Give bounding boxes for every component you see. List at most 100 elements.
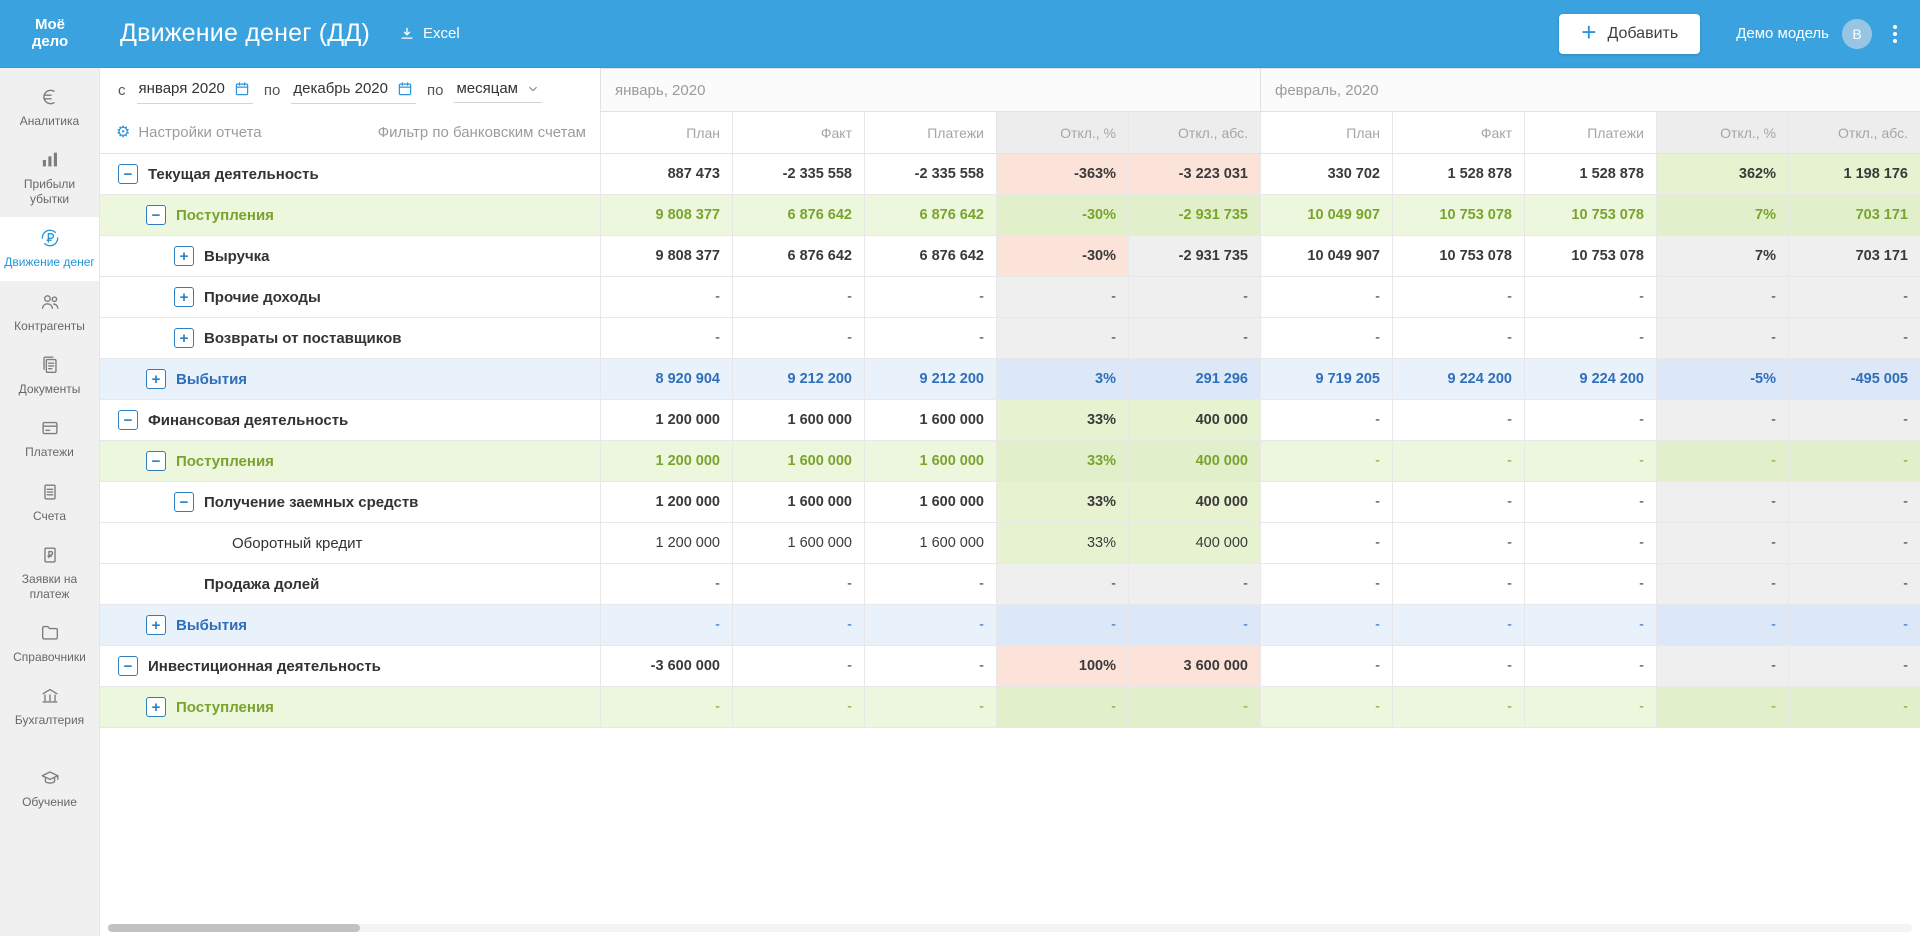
table-cell: - (1788, 277, 1920, 317)
row-name-cell: −Финансовая деятельность (100, 400, 600, 440)
table-cell: - (1524, 482, 1656, 522)
row-name-cell: −Инвестиционная деятельность (100, 646, 600, 686)
row-collapse-toggle[interactable]: − (118, 656, 138, 676)
sidebar-item-label: Движение денег (4, 255, 95, 269)
table-cell: - (600, 318, 732, 358)
table-cell: - (1260, 605, 1392, 645)
table-cell: 9 212 200 (864, 359, 996, 399)
row-name-cell: −Поступления (100, 195, 600, 235)
row-expand-toggle[interactable]: + (146, 697, 166, 717)
sidebar-item-accounting[interactable]: Бухгалтерия (0, 675, 99, 738)
column-headers: ПланФактПлатежиОткл., %Откл., абс.ПланФа… (600, 112, 1920, 154)
sidebar-item-label: Аналитика (20, 114, 79, 128)
table-cell: - (864, 605, 996, 645)
table-cell: 330 702 (1260, 154, 1392, 194)
app-logo[interactable]: Моё дело (0, 17, 100, 50)
table-cell: - (1524, 687, 1656, 727)
table-cell: 9 808 377 (600, 236, 732, 276)
table-cell: 8 920 904 (600, 359, 732, 399)
sidebar-item-payment-requests[interactable]: Заявки на платеж (0, 534, 99, 612)
table-row: −Инвестиционная деятельность-3 600 000--… (100, 646, 1920, 687)
report-settings-button[interactable]: ⚙ Настройки отчета (116, 124, 262, 141)
table-cell: - (1392, 318, 1524, 358)
bank-accounts-filter-button[interactable]: Фильтр по банковским счетам (378, 124, 586, 141)
table-cell: - (732, 605, 864, 645)
table-cell: - (1260, 564, 1392, 604)
row-expand-toggle[interactable]: + (146, 615, 166, 635)
sidebar-item-profit-loss[interactable]: Прибыли убытки (0, 139, 99, 217)
chevron-down-icon (526, 82, 540, 96)
row-name-cell: +Выручка (100, 236, 600, 276)
row-collapse-toggle[interactable]: − (146, 451, 166, 471)
row-expand-toggle[interactable]: + (174, 246, 194, 266)
row-name-cell: +Поступления (100, 687, 600, 727)
period-select[interactable]: месяцам (454, 77, 542, 103)
table-cell: - (1656, 564, 1788, 604)
table-cell: - (600, 605, 732, 645)
column-header: План (1260, 112, 1392, 154)
table-cell: - (1524, 318, 1656, 358)
sidebar-item-cash-flow[interactable]: Движение денег (0, 217, 99, 280)
user-account-menu[interactable]: Демо модель В (1736, 19, 1872, 49)
row-expand-toggle[interactable]: + (174, 328, 194, 348)
row-label: Поступления (176, 453, 274, 470)
row-label: Выбытия (176, 617, 247, 634)
date-from-input[interactable]: января 2020 (137, 77, 253, 104)
row-collapse-toggle[interactable]: − (118, 164, 138, 184)
sidebar-item-label: Прибыли убытки (3, 177, 96, 206)
page-title: Движение денег (ДД) (120, 19, 370, 48)
table-cell: 1 200 000 (600, 482, 732, 522)
table-cell: - (1656, 400, 1788, 440)
excel-label: Excel (423, 25, 460, 42)
table-cell: - (864, 646, 996, 686)
horizontal-scrollbar-thumb[interactable] (108, 924, 360, 932)
table-cell: 362% (1656, 154, 1788, 194)
row-collapse-toggle[interactable]: − (118, 410, 138, 430)
date-from-label: с (118, 82, 126, 99)
table-cell: - (1128, 605, 1260, 645)
table-cell: 1 528 878 (1524, 154, 1656, 194)
sidebar-item-education[interactable]: Обучение (0, 757, 99, 820)
table-cell: -363% (996, 154, 1128, 194)
row-collapse-toggle[interactable]: − (174, 492, 194, 512)
date-from-value: января 2020 (139, 80, 225, 97)
table-cell: - (1260, 646, 1392, 686)
table-cell: -30% (996, 195, 1128, 235)
overflow-menu-button[interactable] (1888, 20, 1902, 48)
table-cell: - (1392, 564, 1524, 604)
sidebar-item-payments[interactable]: Платежи (0, 407, 99, 470)
add-button[interactable]: + Добавить (1559, 14, 1700, 54)
table-cell: 291 296 (1128, 359, 1260, 399)
row-name-cell: + Выбытия (100, 605, 600, 645)
sidebar-item-invoices[interactable]: Счета (0, 471, 99, 534)
row-expand-toggle[interactable]: + (174, 287, 194, 307)
table-cell: - (1524, 646, 1656, 686)
table-cell: 400 000 (1128, 482, 1260, 522)
table-cell: 33% (996, 523, 1128, 563)
row-name-cell: −Получение заемных средств (100, 482, 600, 522)
sidebar-item-documents[interactable]: Документы (0, 344, 99, 407)
row-label: Выбытия (176, 371, 247, 388)
table-cell: - (732, 687, 864, 727)
table-cell: 6 876 642 (864, 195, 996, 235)
table-cell: - (1392, 482, 1524, 522)
table-cell: - (1524, 277, 1656, 317)
date-to-input[interactable]: декабрь 2020 (291, 77, 416, 104)
table-cell: - (1260, 400, 1392, 440)
excel-export-button[interactable]: Excel (398, 25, 460, 43)
sidebar-item-directories[interactable]: Справочники (0, 612, 99, 675)
sidebar-item-counterparties[interactable]: Контрагенты (0, 281, 99, 344)
column-header: Факт (732, 112, 864, 154)
sidebar-item-analytics[interactable]: Аналитика (0, 76, 99, 139)
table-cell: - (600, 687, 732, 727)
table-cell: 1 600 000 (864, 482, 996, 522)
row-collapse-toggle[interactable]: − (146, 205, 166, 225)
table-cell: - (1260, 277, 1392, 317)
sidebar-item-label: Документы (19, 382, 81, 396)
row-expand-toggle[interactable]: + (146, 369, 166, 389)
horizontal-scrollbar[interactable] (108, 924, 1912, 932)
table-cell: -495 005 (1788, 359, 1920, 399)
table-cell: 9 719 205 (1260, 359, 1392, 399)
table-cell: - (1656, 277, 1788, 317)
gear-icon: ⚙ (116, 125, 130, 141)
